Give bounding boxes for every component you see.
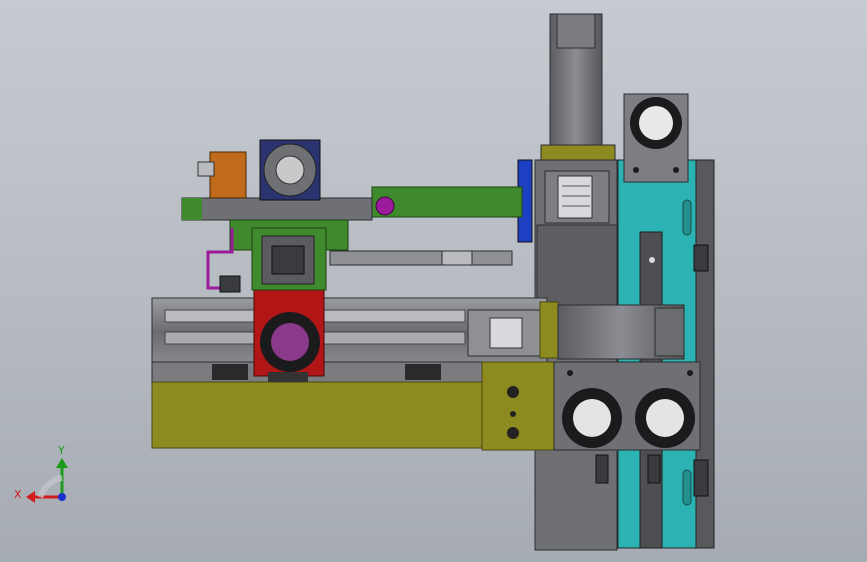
vertical-carriage[interactable]	[536, 224, 618, 311]
guide-rod[interactable]	[329, 250, 513, 266]
bolt-hole	[687, 370, 693, 376]
bolt-hole	[633, 167, 639, 173]
top-motor-cap	[556, 13, 596, 49]
bolt-hole	[510, 411, 516, 417]
bolt-hole	[673, 167, 679, 173]
olive-end-plate	[481, 361, 555, 451]
limit-switch	[212, 364, 248, 380]
gearbox-inner	[271, 245, 305, 275]
bolt-hole	[507, 427, 519, 439]
bearing-bore	[271, 323, 309, 361]
rod-end	[441, 250, 473, 266]
spindle-shaft	[197, 161, 215, 177]
y-axis-arrow	[56, 458, 68, 468]
x-axis-arrow	[26, 491, 35, 503]
vertical-axis-module[interactable]	[517, 13, 715, 551]
bearing-bore	[639, 106, 673, 140]
green-arm[interactable]	[371, 186, 523, 218]
sensor-dot	[649, 257, 655, 263]
top-plate-green-edge	[182, 198, 202, 220]
sensor-bracket	[647, 454, 661, 484]
bearing-bore	[573, 399, 611, 437]
purple-knob[interactable]	[375, 196, 395, 216]
top-plate[interactable]	[181, 197, 373, 221]
bearing-bore	[646, 399, 684, 437]
red-carriage-foot	[268, 372, 308, 382]
x-axis-label: X	[14, 488, 22, 501]
upper-assembly[interactable]	[181, 139, 523, 293]
sensor-bracket	[693, 244, 709, 272]
coordinate-triad: Y X	[14, 444, 68, 503]
coupling	[557, 175, 593, 219]
triad-shadow	[37, 475, 63, 499]
sensor-bracket	[693, 459, 709, 497]
red-carriage[interactable]	[253, 287, 325, 382]
bolt-hole	[507, 386, 519, 398]
slot	[682, 199, 692, 236]
y-axis-label: Y	[57, 444, 65, 457]
motor-end-cap	[654, 307, 685, 357]
horizontal-base-module[interactable]	[151, 297, 701, 451]
sensor-bracket	[595, 454, 609, 484]
motor-flange	[540, 144, 616, 162]
cad-viewport[interactable]: Y X	[0, 0, 867, 562]
rotary-hub	[275, 155, 305, 185]
limit-switch	[405, 364, 441, 380]
coupling-clamp	[539, 301, 559, 359]
connector	[219, 275, 241, 293]
bolt-hole	[567, 370, 573, 376]
z-axis-dot	[58, 493, 66, 501]
coupling	[489, 317, 523, 349]
slot	[682, 469, 692, 506]
orange-bracket[interactable]	[209, 151, 247, 199]
